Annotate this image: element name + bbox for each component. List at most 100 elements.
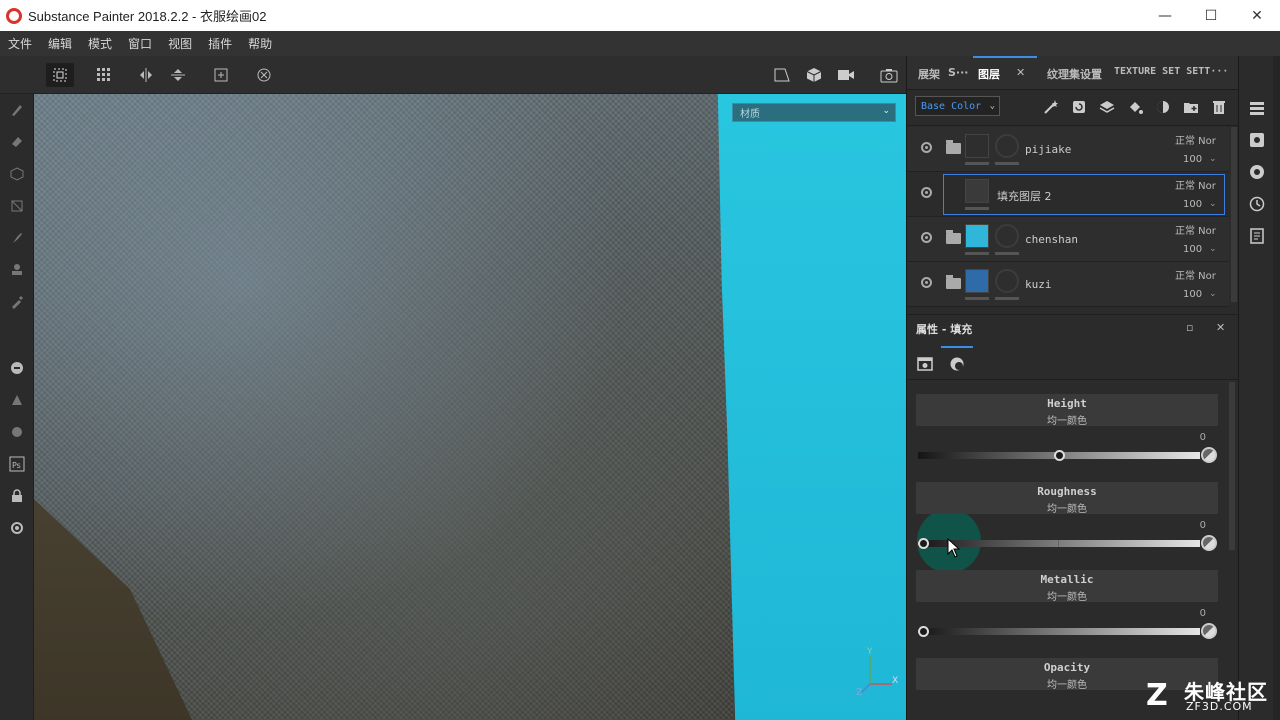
layer-blend-mode[interactable]: 正常 Nor bbox=[1175, 267, 1216, 282]
menu-plugins[interactable]: 插件 bbox=[200, 35, 240, 52]
3d-viewport[interactable]: 材质 ⌄ Y Z X bbox=[34, 94, 906, 720]
reset-view-icon[interactable] bbox=[250, 63, 278, 87]
picker-icon[interactable] bbox=[1201, 535, 1217, 551]
share-icon[interactable] bbox=[7, 422, 27, 442]
layer-name: pijiake bbox=[1025, 143, 1072, 156]
float-panel-icon[interactable]: ▫ bbox=[1186, 321, 1193, 334]
visibility-eye-icon[interactable] bbox=[921, 142, 932, 153]
material-sphere-icon[interactable] bbox=[946, 353, 968, 375]
close-icon[interactable]: ✕ bbox=[1016, 66, 1025, 79]
tab-texture-set-settings-cn[interactable]: 纹理集设置 bbox=[1047, 66, 1102, 82]
right-panel: 展架 S··· 图层 ✕ 纹理集设置 TEXTURE SET SETT··· B… bbox=[906, 56, 1239, 720]
add-mask-icon[interactable] bbox=[1153, 97, 1173, 117]
channel-slider-knob[interactable] bbox=[1053, 450, 1065, 461]
fill-settings-icon[interactable] bbox=[914, 353, 936, 375]
menu-help[interactable]: 帮助 bbox=[240, 35, 280, 52]
layer-opacity[interactable]: 100 bbox=[1183, 154, 1202, 165]
symmetry-x-icon[interactable] bbox=[132, 63, 160, 87]
close-icon[interactable]: ✕ bbox=[1216, 321, 1225, 334]
tab-shelf[interactable]: 展架 bbox=[918, 66, 940, 82]
substance-logo-icon[interactable] bbox=[7, 358, 27, 378]
add-frame-icon[interactable] bbox=[207, 63, 235, 87]
maximize-button[interactable]: ☐ bbox=[1188, 0, 1234, 31]
visibility-eye-icon[interactable] bbox=[921, 277, 932, 288]
camera-video-icon[interactable] bbox=[832, 63, 860, 87]
layer-blend-mode[interactable]: 正常 Nor bbox=[1175, 222, 1216, 237]
channel-value[interactable]: 0 bbox=[1186, 432, 1206, 443]
lock-icon[interactable] bbox=[7, 486, 27, 506]
visibility-eye-icon[interactable] bbox=[921, 232, 932, 243]
menu-file[interactable]: 文件 bbox=[0, 35, 40, 52]
folder-icon bbox=[946, 275, 961, 289]
symmetry-y-icon[interactable] bbox=[164, 63, 192, 87]
texture-set-icon[interactable] bbox=[1247, 130, 1267, 150]
layers-panel-icon[interactable] bbox=[1247, 98, 1267, 118]
add-fill-layer-icon[interactable] bbox=[1125, 97, 1145, 117]
layer-blend-mode[interactable]: 正常 Nor bbox=[1175, 177, 1216, 192]
bake-icon[interactable] bbox=[7, 390, 27, 410]
add-layer-icon[interactable] bbox=[1097, 97, 1117, 117]
tab-texture-set-settings[interactable]: TEXTURE SET SETT··· bbox=[1114, 66, 1228, 77]
menu-mode[interactable]: 模式 bbox=[80, 35, 120, 52]
chevron-down-icon[interactable]: ⌄ bbox=[1209, 154, 1217, 164]
layer-opacity[interactable]: 100 bbox=[1183, 199, 1202, 210]
log-icon[interactable] bbox=[1247, 226, 1267, 246]
tab-layers[interactable]: 图层 bbox=[978, 66, 1000, 82]
paint-brush-icon[interactable] bbox=[7, 100, 27, 120]
layer-row[interactable]: chenshan 正常 Nor 100 ⌄ bbox=[907, 217, 1229, 262]
add-folder-icon[interactable] bbox=[1181, 97, 1201, 117]
photoshop-export-icon[interactable]: Ps bbox=[7, 454, 27, 474]
app-logo-icon bbox=[6, 7, 22, 24]
add-effect-icon[interactable] bbox=[1069, 97, 1089, 117]
history-icon[interactable] bbox=[1247, 194, 1267, 214]
channel-value[interactable]: 0 bbox=[1186, 608, 1206, 619]
smudge-icon[interactable] bbox=[7, 228, 27, 248]
folder-icon bbox=[946, 230, 961, 244]
channel-value[interactable]: 0 bbox=[1186, 520, 1206, 531]
menu-window[interactable]: 窗口 bbox=[120, 35, 160, 52]
color-picker-icon[interactable] bbox=[7, 292, 27, 312]
folder-icon bbox=[946, 140, 961, 154]
chevron-down-icon[interactable]: ⌄ bbox=[1209, 244, 1217, 254]
grid-icon[interactable] bbox=[90, 63, 118, 87]
channel-slider-track[interactable] bbox=[918, 628, 1200, 635]
tab-s[interactable]: S··· bbox=[948, 66, 968, 79]
visibility-eye-icon[interactable] bbox=[921, 187, 932, 198]
screenshot-camera-icon[interactable] bbox=[875, 63, 903, 87]
chevron-down-icon[interactable]: ⌄ bbox=[1209, 199, 1217, 209]
minimize-button[interactable]: — bbox=[1142, 0, 1188, 31]
layer-row[interactable]: kuzi 正常 Nor 100 ⌄ bbox=[907, 262, 1229, 307]
watermark-logo: Z bbox=[1146, 678, 1168, 713]
layers-scrollbar[interactable] bbox=[1231, 127, 1237, 302]
layer-name: 填充图层 2 bbox=[997, 190, 1052, 203]
clone-stamp-icon[interactable] bbox=[7, 260, 27, 280]
eraser-icon[interactable] bbox=[7, 132, 27, 152]
channel-select[interactable]: Base Color ⌄ bbox=[915, 96, 1000, 116]
2d-view-icon[interactable] bbox=[768, 63, 796, 87]
menu-view[interactable]: 视图 bbox=[160, 35, 200, 52]
right-scrollbar[interactable] bbox=[1273, 56, 1280, 720]
close-button[interactable]: ✕ bbox=[1234, 0, 1280, 31]
tools-sidebar: Ps bbox=[0, 94, 34, 720]
polygon-fill-icon[interactable] bbox=[7, 196, 27, 216]
magic-wand-icon[interactable] bbox=[1041, 97, 1061, 117]
channel-slider-knob[interactable] bbox=[918, 538, 929, 549]
properties-scrollbar[interactable] bbox=[1229, 382, 1235, 550]
menu-edit[interactable]: 编辑 bbox=[40, 35, 80, 52]
selection-mode-icon[interactable] bbox=[46, 63, 74, 87]
layer-opacity[interactable]: 100 bbox=[1183, 289, 1202, 300]
3d-view-icon[interactable] bbox=[800, 63, 828, 87]
settings-icon[interactable] bbox=[7, 518, 27, 538]
picker-icon[interactable] bbox=[1201, 623, 1217, 639]
channel-slider-knob[interactable] bbox=[918, 626, 929, 637]
display-settings-icon[interactable] bbox=[1247, 162, 1267, 182]
projection-icon[interactable] bbox=[7, 164, 27, 184]
picker-icon[interactable] bbox=[1201, 447, 1217, 463]
layer-row-selected[interactable]: 填充图层 2 正常 Nor 100 ⌄ bbox=[907, 172, 1229, 217]
delete-layer-icon[interactable] bbox=[1209, 97, 1229, 117]
chevron-down-icon[interactable]: ⌄ bbox=[1209, 289, 1217, 299]
layer-row[interactable]: pijiake 正常 Nor 100 ⌄ bbox=[907, 127, 1229, 172]
layer-opacity[interactable]: 100 bbox=[1183, 244, 1202, 255]
layer-blend-mode[interactable]: 正常 Nor bbox=[1175, 132, 1216, 147]
material-select[interactable]: 材质 ⌄ bbox=[732, 103, 896, 122]
